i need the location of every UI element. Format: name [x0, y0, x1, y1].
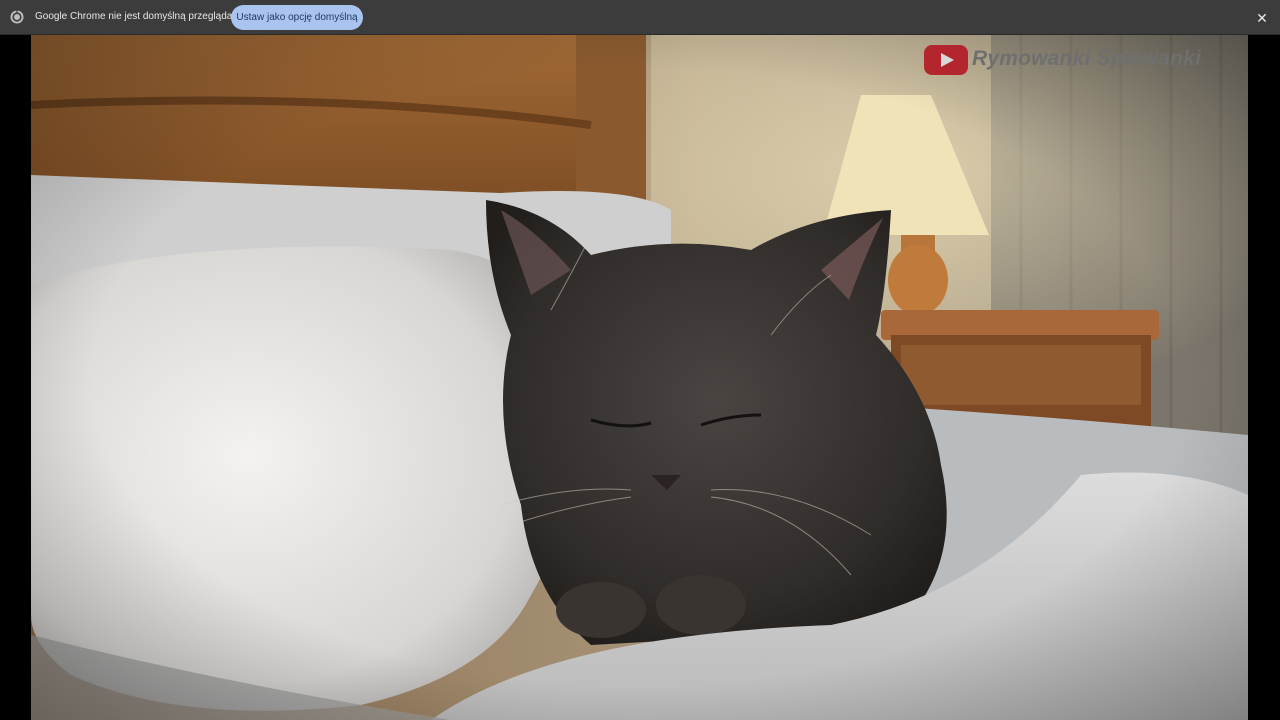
channel-watermark[interactable]: Rymowanki Śpiewanki	[922, 41, 1242, 75]
video-frame[interactable]	[31, 35, 1248, 720]
default-browser-infobar: Google Chrome nie jest domyślną przegląd…	[0, 0, 1280, 35]
infobar-message: Google Chrome nie jest domyślną przegląd…	[35, 11, 247, 22]
chrome-icon	[10, 10, 24, 24]
channel-name: Rymowanki Śpiewanki	[972, 47, 1202, 70]
set-default-button[interactable]: Ustaw jako opcję domyślną	[231, 5, 363, 30]
youtube-play-icon	[924, 45, 968, 75]
video-player[interactable]: Rymowanki Śpiewanki	[0, 35, 1280, 720]
close-icon[interactable]: ✕	[1254, 10, 1270, 26]
